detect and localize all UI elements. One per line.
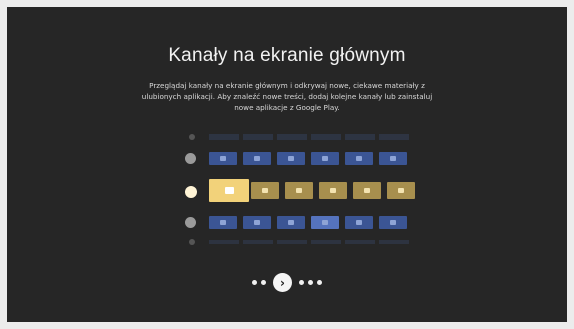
- channel-tile[interactable]: [243, 216, 271, 229]
- gamepad-icon: [220, 220, 226, 225]
- channel-dot-focused: [185, 186, 197, 198]
- description-line: ulubionych aplikacji. Aby znaleźć nowe t…: [141, 92, 433, 101]
- page-dot: [261, 280, 266, 285]
- gamepad-icon: [254, 220, 260, 225]
- play-icon: [220, 156, 226, 161]
- shop-icon: [224, 187, 234, 194]
- channel-tile[interactable]: [243, 152, 271, 165]
- next-button[interactable]: ›: [273, 273, 292, 292]
- channel-row-store[interactable]: [185, 179, 415, 202]
- page-description: Przeglądaj kanały na ekranie głównym i o…: [137, 80, 437, 113]
- chevron-right-icon: ›: [280, 275, 285, 290]
- channel-tile[interactable]: [209, 216, 237, 229]
- shop-icon: [262, 188, 268, 193]
- channel-tiles: [209, 216, 407, 229]
- faded-channel-row-top: [185, 133, 415, 141]
- page-dot: [317, 280, 322, 285]
- channel-dot: [185, 153, 196, 164]
- play-icon: [288, 156, 294, 161]
- channel-row-games[interactable]: [185, 216, 415, 229]
- gamepad-icon: [356, 220, 362, 225]
- shop-icon: [398, 188, 404, 193]
- onboarding-screen: Kanały na ekranie głównym Przeglądaj kan…: [7, 7, 567, 322]
- play-icon: [254, 156, 260, 161]
- description-line: nowe aplikacje z Google Play.: [234, 103, 340, 112]
- channel-dot: [189, 239, 195, 245]
- channel-tile[interactable]: [209, 179, 249, 202]
- channel-tile[interactable]: [251, 182, 279, 199]
- faded-channel-row-bottom: [185, 239, 415, 245]
- gamepad-icon: [322, 220, 328, 225]
- channel-row-play[interactable]: [185, 152, 415, 165]
- pager: ›: [7, 273, 567, 292]
- channel-tile[interactable]: [285, 182, 313, 199]
- channel-tile[interactable]: [319, 182, 347, 199]
- gamepad-icon: [288, 220, 294, 225]
- channel-tile[interactable]: [379, 216, 407, 229]
- faded-tiles: [209, 240, 409, 244]
- channel-tile[interactable]: [353, 182, 381, 199]
- channel-tile[interactable]: [277, 216, 305, 229]
- shop-icon: [364, 188, 370, 193]
- play-icon: [322, 156, 328, 161]
- channel-tile[interactable]: [209, 152, 237, 165]
- channel-dot: [185, 217, 196, 228]
- page-dot: [299, 280, 304, 285]
- description-line: Przeglądaj kanały na ekranie głównym i o…: [149, 81, 425, 90]
- page-dot: [252, 280, 257, 285]
- shop-icon: [330, 188, 336, 193]
- channel-dot: [189, 134, 195, 140]
- shop-icon: [296, 188, 302, 193]
- channel-tiles: [209, 152, 407, 165]
- channel-tile[interactable]: [387, 182, 415, 199]
- play-icon: [390, 156, 396, 161]
- gamepad-icon: [390, 220, 396, 225]
- channel-tile[interactable]: [345, 152, 373, 165]
- page-title: Kanały na ekranie głównym: [168, 45, 406, 66]
- channel-tiles: [209, 179, 415, 202]
- channel-tile[interactable]: [277, 152, 305, 165]
- channel-tile[interactable]: [345, 216, 373, 229]
- play-icon: [356, 156, 362, 161]
- page-dot: [308, 280, 313, 285]
- faded-tiles: [209, 134, 409, 140]
- channel-tile[interactable]: [311, 152, 339, 165]
- channel-tile[interactable]: [311, 216, 339, 229]
- channel-tile[interactable]: [379, 152, 407, 165]
